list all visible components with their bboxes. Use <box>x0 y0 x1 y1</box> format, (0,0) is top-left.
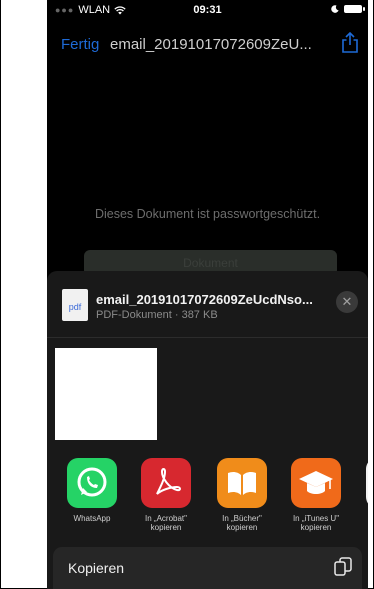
password-message: Dieses Dokument ist passwortgeschützt. <box>94 207 321 221</box>
copy-label: Kopieren <box>68 560 125 576</box>
copy-icon <box>334 557 352 576</box>
app-label: In „Acrobat" kopieren <box>145 514 187 532</box>
done-button[interactable]: Fertig <box>61 36 99 53</box>
book-icon <box>217 458 267 508</box>
app-label: In „Bücher" kopieren <box>222 514 262 532</box>
close-icon: ✕ <box>341 294 353 309</box>
status-bar: ●●● WLAN 09:31 <box>47 0 368 22</box>
more-apps-icon <box>366 458 368 508</box>
whatsapp-icon <box>67 458 117 508</box>
file-name: email_20191017072609ZeUcdNso... <box>96 292 313 307</box>
document-preview[interactable] <box>55 348 157 440</box>
graduation-cap-icon <box>291 458 341 508</box>
app-buecher[interactable]: In „Bücher" kopieren <box>214 458 270 532</box>
divider <box>47 337 368 338</box>
app-share-row: WhatsApp In „Acrobat" kopieren In „Büche… <box>47 458 368 548</box>
app-label: In „iTunes U" kopieren <box>292 514 340 532</box>
app-acrobat[interactable]: In „Acrobat" kopieren <box>138 458 194 532</box>
pdf-file-icon: pdf <box>62 289 88 321</box>
app-more[interactable] <box>363 458 368 508</box>
clock: 09:31 <box>193 4 222 16</box>
close-button[interactable]: ✕ <box>336 291 358 313</box>
unlock-button-label: Dokument <box>183 256 238 270</box>
pdf-badge: pdf <box>68 302 82 312</box>
file-meta: PDF-Dokument · 387 KB <box>96 309 218 321</box>
share-icon[interactable] <box>340 32 360 54</box>
share-sheet: pdf email_20191017072609ZeUcdNso... PDF-… <box>47 271 368 589</box>
app-whatsapp[interactable]: WhatsApp <box>64 458 120 523</box>
document-title: email_20191017072609ZeU... <box>110 36 312 53</box>
status-right <box>331 5 365 13</box>
moon-icon <box>331 5 339 13</box>
acrobat-icon <box>141 458 191 508</box>
app-itunes-u[interactable]: In „iTunes U" kopieren <box>288 458 344 532</box>
app-label: WhatsApp <box>73 514 111 523</box>
copy-action[interactable]: Kopieren <box>53 547 362 589</box>
battery-icon <box>344 5 365 13</box>
nav-bar: Fertig email_20191017072609ZeU... <box>47 26 368 60</box>
phone-screen: ●●● WLAN 09:31 Fertig email_201910170726… <box>47 0 368 589</box>
